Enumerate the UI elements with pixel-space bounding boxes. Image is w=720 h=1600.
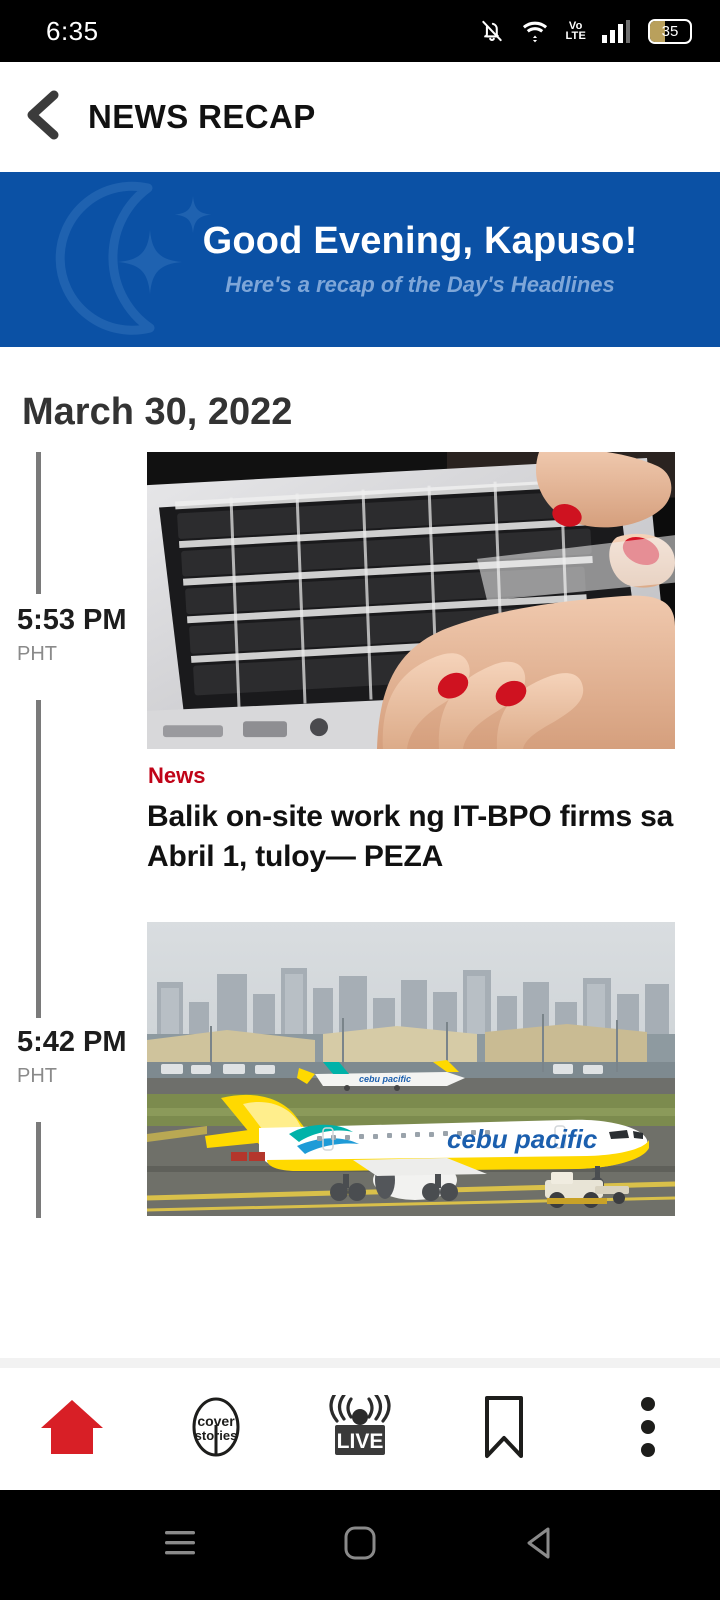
- nav-item-bookmarks[interactable]: [432, 1368, 576, 1490]
- news-timeline-feed: 5:53 PM PHT News Balik on-site work ng I…: [0, 434, 720, 1222]
- wifi-icon: [521, 18, 549, 44]
- article-headline[interactable]: Balik on-site work ng IT-BPO firms sa Ab…: [147, 797, 688, 876]
- recents-button[interactable]: [145, 1510, 215, 1580]
- status-bar: 6:35 Vo LTE 35: [0, 0, 720, 62]
- volte-bottom-text: LTE: [565, 30, 586, 42]
- timeline-timestamp: 5:42 PM PHT: [0, 1026, 147, 1088]
- timestamp-hour-minute: 5:42: [17, 1026, 76, 1058]
- timestamp-ampm: PM: [83, 604, 127, 636]
- signal-icon: [602, 18, 632, 44]
- svg-text:LIVE: LIVE: [337, 1430, 384, 1453]
- battery-icon: 35: [648, 18, 692, 44]
- back-chevron-icon: [22, 89, 66, 146]
- article-card[interactable]: News Balik on-site work ng IT-BPO firms …: [147, 452, 720, 922]
- status-bar-clock: 6:35: [46, 15, 99, 46]
- home-icon: [39, 1396, 105, 1463]
- date-heading: March 30, 2022: [22, 391, 293, 433]
- android-system-navigation: [0, 1490, 720, 1600]
- article-image[interactable]: [147, 452, 675, 749]
- bookmark-icon: [479, 1394, 529, 1465]
- svg-text:cebu pacific: cebu pacific: [359, 1074, 411, 1084]
- crescent-moon-stars-icon: [30, 172, 230, 347]
- nav-item-more[interactable]: [576, 1368, 720, 1490]
- timestamp-timezone: PHT: [17, 1065, 57, 1087]
- timestamp-timezone: PHT: [17, 643, 57, 665]
- timeline-line-segment: [36, 452, 41, 594]
- back-button-system[interactable]: [505, 1510, 575, 1580]
- timeline-entry[interactable]: 5:42 PM PHT cebu pacific cebu pacific: [0, 922, 720, 1222]
- bottom-navigation-bar: cover stories LIVE: [0, 1358, 720, 1508]
- back-triangle-icon: [524, 1526, 556, 1565]
- article-image[interactable]: cebu pacific cebu pacific: [147, 922, 675, 1216]
- article-card[interactable]: cebu pacific cebu pacific: [147, 922, 720, 1222]
- nav-item-home[interactable]: [0, 1368, 144, 1508]
- recents-icon: [163, 1528, 197, 1563]
- timestamp-time: 5:53 PM: [17, 604, 147, 637]
- nav-separator: [0, 1358, 720, 1368]
- timeline-timestamp: 5:53 PM PHT: [0, 604, 147, 666]
- article-category: News: [148, 763, 206, 788]
- nav-item-cover-stories[interactable]: cover stories: [144, 1368, 288, 1490]
- back-button[interactable]: [14, 87, 74, 147]
- battery-percent-label: 35: [661, 22, 679, 40]
- svg-text:cover: cover: [197, 1413, 235, 1429]
- greeting-title: Good Evening, Kapuso!: [202, 219, 638, 262]
- home-button[interactable]: [325, 1510, 395, 1580]
- app-header: NEWS RECAP: [0, 62, 720, 172]
- timeline-line-segment: [36, 700, 41, 922]
- home-square-icon: [344, 1526, 376, 1565]
- volte-icon: Vo LTE: [565, 20, 586, 42]
- greeting-subtitle: Here's a recap of the Day's Headlines: [225, 272, 615, 298]
- status-bar-icons: Vo LTE 35: [479, 18, 692, 44]
- more-vertical-icon: [638, 1394, 658, 1465]
- timeline-entry[interactable]: 5:53 PM PHT News Balik on-site work ng I…: [0, 452, 720, 922]
- timeline-line-segment: [36, 922, 41, 1018]
- bell-off-icon: [479, 18, 505, 44]
- svg-text:cebu pacific: cebu pacific: [447, 1124, 598, 1154]
- timeline-gutter: 5:53 PM PHT: [0, 452, 147, 922]
- greeting-banner: Good Evening, Kapuso! Here's a recap of …: [0, 172, 720, 347]
- timestamp-hour-minute: 5:53: [17, 604, 76, 636]
- bottom-nav-items: cover stories LIVE: [0, 1368, 720, 1508]
- timeline-gutter: 5:42 PM PHT: [0, 922, 147, 1222]
- page-title: NEWS RECAP: [88, 98, 316, 135]
- timestamp-ampm: PM: [83, 1026, 127, 1058]
- timeline-line-segment: [36, 1122, 41, 1218]
- live-broadcast-icon: LIVE: [325, 1388, 395, 1464]
- svg-text:stories: stories: [195, 1428, 238, 1443]
- timestamp-time: 5:42 PM: [17, 1026, 147, 1059]
- nav-item-live[interactable]: LIVE: [288, 1368, 432, 1490]
- cover-stories-icon: cover stories: [186, 1395, 246, 1464]
